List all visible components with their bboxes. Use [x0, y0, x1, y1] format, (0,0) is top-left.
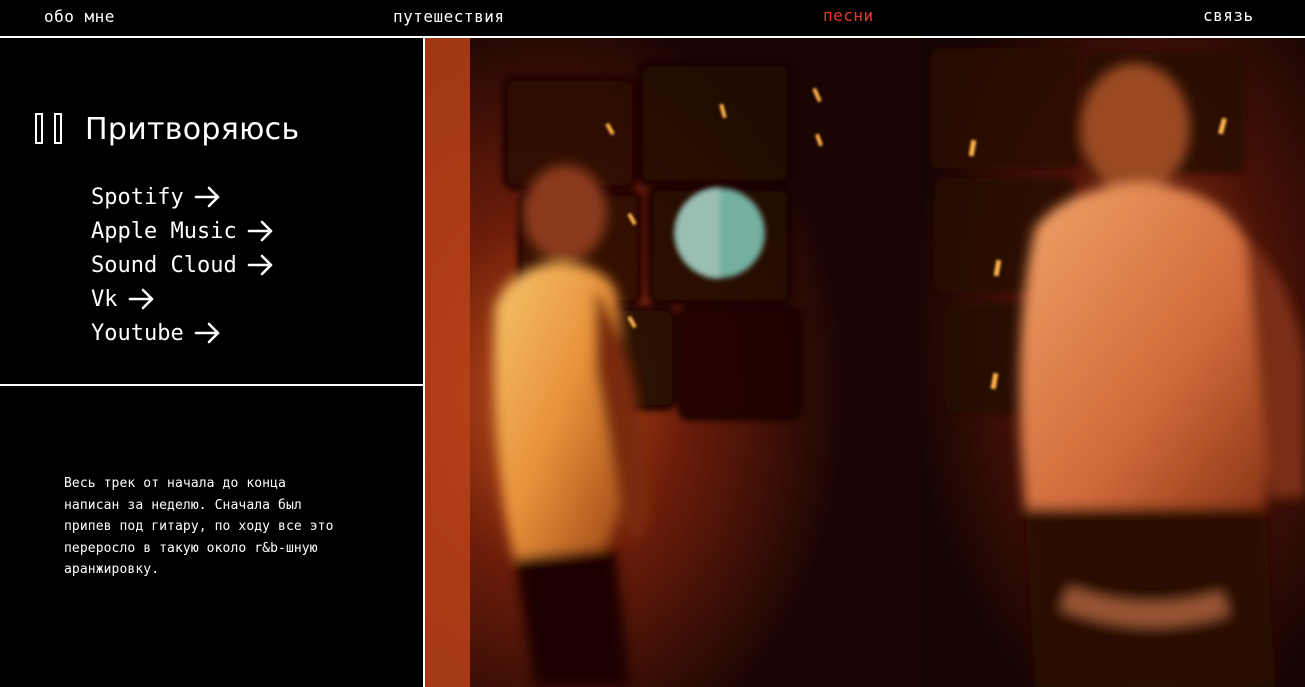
pause-icon[interactable]: [35, 113, 65, 147]
platform-label: Apple Music: [91, 218, 237, 244]
arrow-right-icon: [247, 220, 273, 242]
pause-bar-right: [54, 113, 62, 144]
apple-music-link[interactable]: Apple Music: [91, 214, 275, 248]
arrow-right-icon: [247, 254, 273, 276]
spotify-link[interactable]: Spotify: [91, 180, 275, 214]
arrow-right-icon: [194, 186, 220, 208]
pause-bar-left: [35, 113, 43, 144]
arrow-right-icon: [128, 288, 153, 310]
cover-photo-illustration: [425, 38, 1305, 687]
nav-link-contact[interactable]: связь: [1203, 6, 1254, 25]
panel-divider: [0, 384, 423, 386]
platform-label: Youtube: [91, 320, 184, 346]
platform-label: Spotify: [91, 184, 184, 210]
soundcloud-link[interactable]: Sound Cloud: [91, 248, 275, 282]
song-description: Весь трек от начала до конца написан за …: [64, 476, 334, 577]
platform-label: Sound Cloud: [91, 252, 237, 278]
song-cover-image: [425, 38, 1305, 687]
song-title: Притворяюсь: [85, 112, 300, 147]
song-header: Притворяюсь: [35, 112, 299, 148]
youtube-link[interactable]: Youtube: [91, 316, 275, 350]
vk-link[interactable]: Vk: [91, 282, 275, 316]
platform-label: Vk: [91, 286, 118, 312]
streaming-links: Spotify Apple Music Sound Cloud Vk Youtu…: [91, 180, 275, 350]
top-nav: обо мне путешествия песни связь: [0, 0, 1305, 38]
nav-link-songs[interactable]: песни: [823, 6, 874, 25]
nav-link-travel[interactable]: путешествия: [393, 7, 504, 26]
song-panel: Притворяюсь Spotify Apple Music Sound Cl…: [0, 38, 425, 687]
nav-link-about[interactable]: обо мне: [44, 7, 115, 26]
arrow-right-icon: [194, 322, 220, 344]
